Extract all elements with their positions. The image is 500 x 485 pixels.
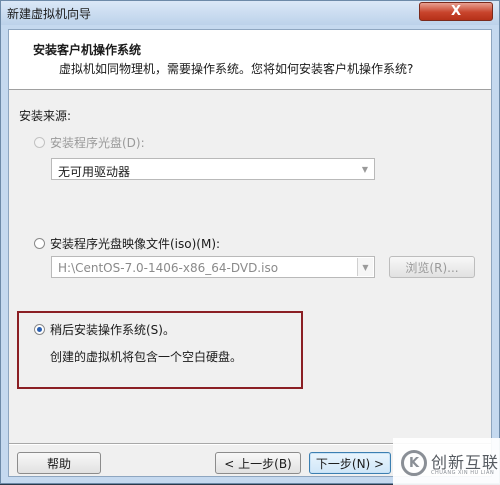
back-button[interactable]: < 上一步(B) — [215, 452, 301, 474]
watermark: K 创新互联 CHUANG XIN HU LIAN — [393, 438, 500, 485]
title-bar[interactable]: 新建虚拟机向导 X — [1, 1, 499, 25]
help-button[interactable]: 帮助 — [17, 452, 101, 474]
disc-option-label: 安装程序光盘(D): — [50, 136, 145, 150]
brand-logo-icon: K — [401, 450, 427, 476]
page-subtitle: 虚拟机如同物理机，需要操作系统。您将如何安装客户机操作系统? — [59, 62, 414, 76]
iso-path-value: H:\CentOS-7.0-1406-x86_64-DVD.iso — [58, 261, 279, 275]
next-button[interactable]: 下一步(N) > — [309, 452, 391, 474]
close-button[interactable]: X — [419, 2, 493, 21]
iso-option-label: 安装程序光盘映像文件(iso)(M): — [50, 237, 221, 251]
iso-radio[interactable] — [34, 238, 45, 249]
watermark-subtext: CHUANG XIN HU LIAN — [431, 470, 495, 476]
drive-select[interactable]: 无可用驱动器 ▼ — [51, 158, 375, 180]
wizard-window: 新建虚拟机向导 X 安装客户机操作系统 虚拟机如同物理机，需要操作系统。您将如何… — [0, 0, 500, 485]
iso-path-input[interactable]: H:\CentOS-7.0-1406-x86_64-DVD.iso ▼ — [51, 256, 375, 278]
wizard-header: 安装客户机操作系统 虚拟机如同物理机，需要操作系统。您将如何安装客户机操作系统? — [9, 30, 491, 90]
install-source-label: 安装来源: — [19, 109, 72, 123]
chevron-down-icon: ▼ — [361, 164, 369, 174]
disc-radio[interactable] — [34, 137, 45, 148]
install-later-label: 稍后安装操作系统(S)。 — [50, 323, 175, 337]
chevron-down-icon[interactable]: ▼ — [357, 258, 373, 276]
page-title: 安装客户机操作系统 — [33, 43, 142, 57]
browse-button[interactable]: 浏览(R)... — [389, 256, 475, 278]
drive-select-value: 无可用驱动器 — [58, 165, 131, 179]
window-title: 新建虚拟机向导 — [7, 7, 92, 21]
wizard-body: 安装客户机操作系统 虚拟机如同物理机，需要操作系统。您将如何安装客户机操作系统?… — [8, 29, 492, 477]
install-later-description: 创建的虚拟机将包含一个空白硬盘。 — [50, 350, 243, 364]
install-later-radio[interactable] — [34, 324, 45, 335]
